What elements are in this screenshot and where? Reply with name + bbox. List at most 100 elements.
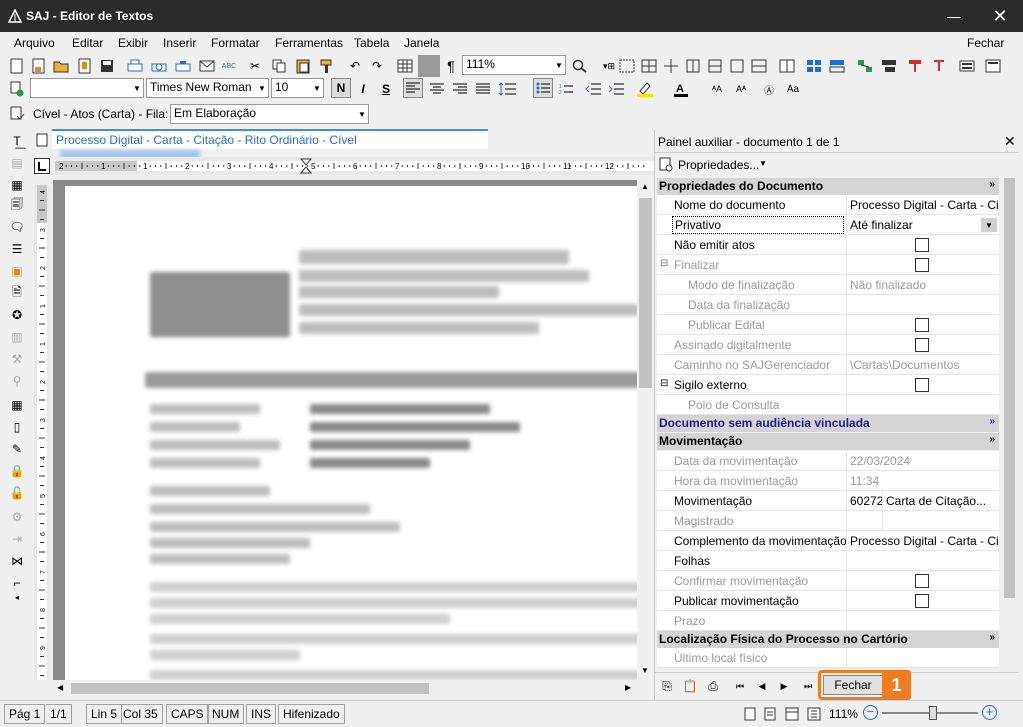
increase-indent-icon[interactable]: [607, 80, 625, 98]
merge-fields-icon[interactable]: [880, 57, 898, 75]
menu-tabela[interactable]: Tabela: [354, 36, 389, 50]
bold-button[interactable]: N: [331, 78, 351, 98]
checkbox[interactable]: [915, 258, 929, 272]
previous-page-icon[interactable]: ◀: [753, 677, 771, 695]
row-polo[interactable]: Polo de Consulta: [657, 395, 999, 415]
layout-icon[interactable]: ▦: [8, 176, 26, 194]
scroll-left-icon[interactable]: ◀: [57, 683, 63, 692]
spellcheck-icon[interactable]: ABC: [220, 57, 238, 75]
draft-view-icon[interactable]: [761, 705, 779, 723]
delete-document-icon[interactable]: 🗎: [8, 284, 26, 302]
web-view-icon[interactable]: [783, 705, 801, 723]
zoom-slider-thumb[interactable]: [928, 706, 937, 720]
row-value[interactable]: [846, 571, 998, 590]
table-split-icon[interactable]: [728, 57, 746, 75]
row-magistrado[interactable]: Magistrado: [657, 511, 999, 531]
row-value[interactable]: [846, 551, 998, 570]
justify-icon[interactable]: [474, 80, 492, 98]
row-value[interactable]: [846, 315, 998, 334]
field-layout-icon[interactable]: [828, 57, 846, 75]
remove-field-icon[interactable]: [930, 57, 948, 75]
row-data-finalizacao[interactable]: Data da finalização: [657, 295, 999, 315]
menu-inserir[interactable]: Inserir: [163, 36, 196, 50]
tab-document[interactable]: Processo Digital - Carta - Citação - Rit…: [52, 129, 488, 160]
row-nome-documento[interactable]: Nome do documento Processo Digital - Cart…: [657, 195, 999, 215]
calendar-icon[interactable]: ▦: [8, 396, 26, 414]
undo-icon[interactable]: ↶: [346, 57, 364, 75]
properties-button[interactable]: Propriedades...: [678, 158, 759, 172]
checkbox[interactable]: [915, 238, 929, 252]
print-options-icon[interactable]: [174, 57, 192, 75]
expand-icon[interactable]: ⊟: [660, 258, 668, 269]
paste-icon[interactable]: [294, 57, 312, 75]
row-modo-finalizacao[interactable]: Modo de finalização Não finalizado: [657, 275, 999, 295]
collapse-icon[interactable]: »: [989, 179, 995, 190]
format-painter-icon[interactable]: [318, 57, 336, 75]
menu-editar[interactable]: Editar: [72, 36, 103, 50]
menu-ferramentas[interactable]: Ferramentas: [275, 36, 343, 50]
expand-icon[interactable]: »: [989, 416, 995, 427]
next-page-icon[interactable]: ▶: [775, 677, 793, 695]
grow-font-icon[interactable]: ᴬA: [708, 80, 726, 98]
minimize-button[interactable]: —: [931, 0, 977, 32]
row-value[interactable]: [846, 591, 998, 610]
row-value[interactable]: [846, 235, 998, 254]
row-finalizar[interactable]: ⊟ Finalizar: [657, 255, 999, 275]
underline-button[interactable]: S: [377, 80, 395, 98]
movement-code[interactable]: 60272: [846, 491, 882, 510]
open-folder-icon[interactable]: [52, 57, 70, 75]
zoom-icon[interactable]: [571, 57, 589, 75]
insert-variable-icon[interactable]: [856, 57, 874, 75]
row-nao-emitir[interactable]: Não emitir atos: [657, 235, 999, 255]
row-ultimo-local[interactable]: Último local físico: [657, 648, 999, 668]
paste-document-icon[interactable]: 📋: [681, 677, 699, 695]
row-assinado[interactable]: Assinado digitalmente: [657, 335, 999, 355]
tab-stop-selector[interactable]: [34, 158, 50, 174]
comment-icon[interactable]: 🗨: [8, 218, 26, 236]
chevron-down-icon[interactable]: ▼: [759, 159, 767, 168]
row-folhas[interactable]: Folhas: [657, 551, 999, 571]
row-prazo[interactable]: Prazo: [657, 611, 999, 631]
checkbox[interactable]: [915, 338, 929, 352]
change-case-icon[interactable]: Aa: [784, 80, 802, 98]
show-table-grid-icon[interactable]: [418, 55, 440, 77]
field-blue-icon[interactable]: [805, 57, 823, 75]
document-page[interactable]: [65, 186, 637, 680]
menu-fechar[interactable]: Fechar: [967, 36, 1004, 50]
outline-view-icon[interactable]: [805, 705, 823, 723]
show-formatting-marks-icon[interactable]: ¶: [442, 57, 460, 75]
panel-close-icon[interactable]: ✕: [1004, 133, 1016, 150]
section-no-hearing[interactable]: Documento sem audiência vinculada »: [657, 415, 999, 432]
queue-select[interactable]: Em Elaboração ▼: [170, 104, 369, 124]
lock-icon[interactable]: 🔒: [8, 462, 26, 480]
checkbox[interactable]: [915, 378, 929, 392]
checkbox[interactable]: [915, 574, 929, 588]
row-confirmar[interactable]: Confirmar movimentação: [657, 571, 999, 591]
zoom-in-button[interactable]: +: [982, 705, 997, 720]
section-location[interactable]: Localização Física do Processo no Cartór…: [657, 631, 999, 648]
horizontal-scrollbar[interactable]: ◀ ▶: [53, 680, 637, 697]
menu-exibir[interactable]: Exibir: [118, 36, 148, 50]
collapse-icon[interactable]: »: [989, 434, 995, 445]
row-value[interactable]: Até finalizar: [846, 215, 998, 234]
italic-button[interactable]: I: [354, 80, 372, 98]
save-icon[interactable]: [98, 57, 116, 75]
numbered-list-icon[interactable]: 12: [557, 80, 575, 98]
row-caminho[interactable]: Caminho no SAJGerenciador \Cartas\Documen…: [657, 355, 999, 375]
scroll-down-icon[interactable]: ▼: [641, 666, 649, 675]
share-icon[interactable]: ⋈: [8, 552, 26, 570]
row-value[interactable]: [846, 335, 998, 354]
document-search-icon[interactable]: 🗐: [8, 196, 26, 214]
open-template-icon[interactable]: [76, 57, 94, 75]
first-page-icon[interactable]: ⏮: [731, 677, 749, 695]
zoom-select[interactable]: 111% ▼: [462, 55, 566, 75]
uppercase-icon[interactable]: Ⓐ: [760, 80, 778, 98]
line-spacing-icon[interactable]: [498, 80, 516, 98]
table-grid-icon[interactable]: [618, 57, 636, 75]
cross-lines-icon[interactable]: [662, 57, 680, 75]
hscroll-thumb[interactable]: [71, 683, 429, 694]
list-icon[interactable]: ☰: [8, 240, 26, 258]
highlight-icon[interactable]: [636, 80, 654, 98]
table-row-icon[interactable]: [706, 57, 724, 75]
close-window-button[interactable]: ✕: [977, 0, 1023, 32]
